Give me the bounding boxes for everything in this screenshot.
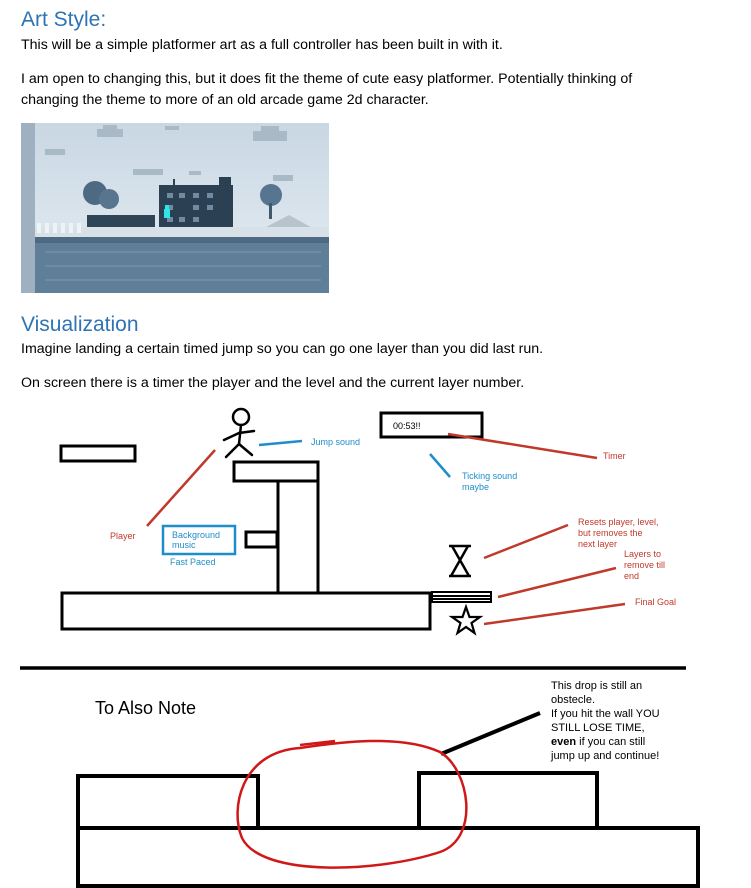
note-line-4: STILL LOSE TIME, <box>551 722 645 734</box>
resets-line-2: but removes the <box>578 528 643 538</box>
jump-sound-label: Jump sound <box>311 437 360 447</box>
player-tower-top <box>232 460 320 483</box>
visualization-paragraph-1: Imagine landing a certain timed jump so … <box>21 341 544 357</box>
level-sketch: 00:53!! Jump sound Timer Ticking sound m… <box>20 407 700 888</box>
layers-line-1: Layers to <box>624 549 661 559</box>
note-line-5: even if you can still <box>551 736 645 748</box>
ticking-sound-line-1: Ticking sound <box>462 471 517 481</box>
art-style-paragraph-2-line-2: changing the theme to more of an old arc… <box>21 92 429 108</box>
note-line-6: jump up and continue! <box>550 750 659 762</box>
drop-highlight-circle <box>236 739 468 869</box>
visualization-paragraph-2: On screen there is a timer the player an… <box>21 375 525 391</box>
background-music-line-2: music <box>172 540 196 550</box>
art-style-paragraph-1: This will be a simple platformer art as … <box>21 37 503 53</box>
player-label: Player <box>110 531 136 541</box>
timer-label: Timer <box>603 451 626 461</box>
timer-value: 00:53!! <box>393 421 421 431</box>
final-goal-label: Final Goal <box>635 597 676 607</box>
visualization-heading: Visualization <box>21 313 139 336</box>
star-goal-icon <box>448 603 484 636</box>
ticking-sound-line-2: maybe <box>462 482 489 492</box>
fast-paced-label: Fast Paced <box>170 557 216 567</box>
ground-platform <box>60 591 432 631</box>
note-line-5-bold: even <box>551 736 576 748</box>
platformer-art-image <box>21 123 329 293</box>
side-ledge <box>244 530 279 549</box>
art-style-heading: Art Style: <box>21 8 107 31</box>
right-step-block <box>417 771 599 830</box>
layers-line-3: end <box>624 571 639 581</box>
floating-platform <box>59 444 137 463</box>
to-also-note-title: To Also Note <box>95 698 196 718</box>
hourglass-icon <box>449 544 471 578</box>
note-line-1: This drop is still an <box>551 680 642 692</box>
stick-figure <box>222 407 256 459</box>
note-line-5-rest: if you can still <box>576 736 645 748</box>
background-music-line-1: Background <box>172 530 220 540</box>
art-style-paragraph-2-line-1: I am open to changing this, but it does … <box>21 71 633 87</box>
layers-line-2: remove till <box>624 560 665 570</box>
player-tower-pillar <box>276 479 320 595</box>
resets-line-3: next layer <box>578 539 617 549</box>
layer-bars <box>431 591 492 603</box>
note-line-3: If you hit the wall YOU <box>551 708 660 720</box>
left-step-block <box>76 774 260 830</box>
note-line-2: obstecle. <box>551 694 595 706</box>
resets-line-1: Resets player, level, <box>578 517 659 527</box>
lower-floor-block <box>76 826 700 888</box>
